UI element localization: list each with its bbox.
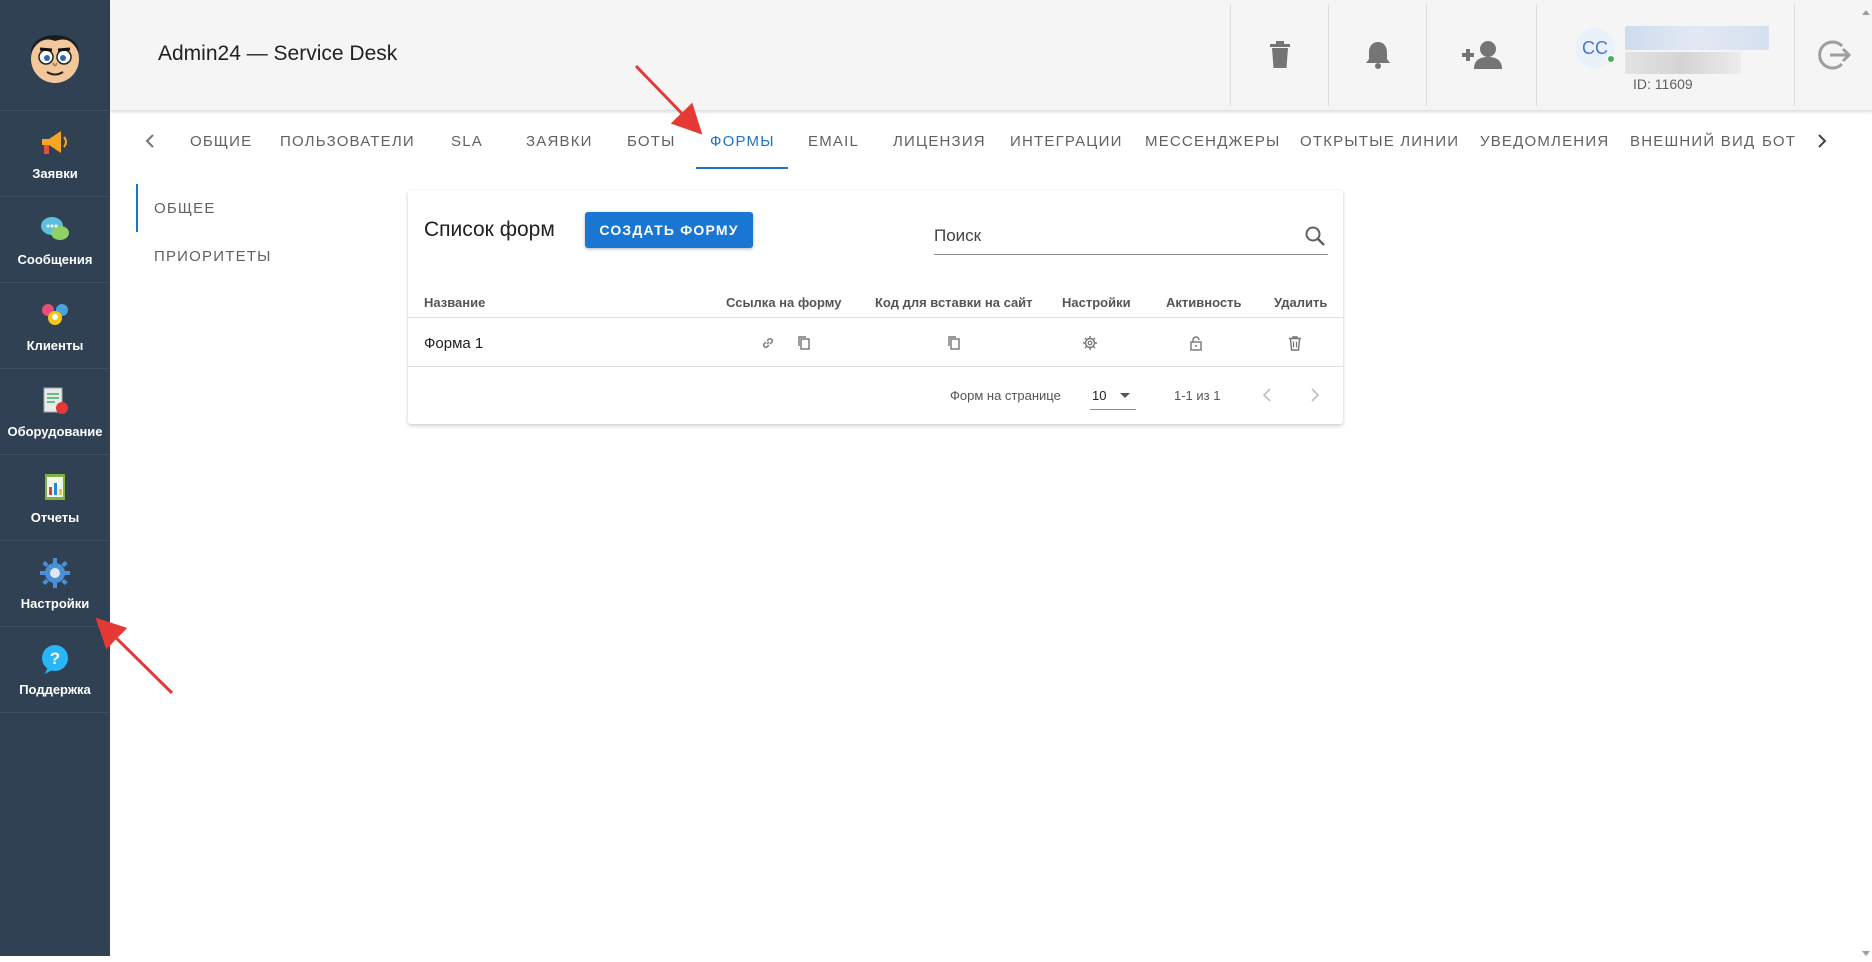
sidebar: Заявки Сообщения Клиенты Оборудование От… <box>0 0 110 956</box>
tab-integrations[interactable]: ИНТЕГРАЦИИ <box>1010 112 1123 170</box>
active-tab-indicator <box>696 167 788 169</box>
tab-general[interactable]: ОБЩИЕ <box>190 112 252 170</box>
pagination-range: 1-1 из 1 <box>1174 388 1220 403</box>
rows-per-page-label: Форм на странице <box>950 388 1061 403</box>
sidebar-item-label: Заявки <box>32 166 77 181</box>
chevron-right-icon <box>1310 388 1320 402</box>
trash-icon <box>1268 41 1292 69</box>
tab-users[interactable]: ПОЛЬЗОВАТЕЛИ <box>280 112 415 170</box>
link-icon[interactable] <box>758 333 778 353</box>
clients-icon <box>38 298 72 332</box>
sidebar-item-requests[interactable]: Заявки <box>0 111 110 197</box>
settings-gear-icon[interactable] <box>1080 333 1100 353</box>
equipment-icon <box>38 384 72 418</box>
user-name-redacted <box>1625 26 1769 50</box>
chevron-left-icon <box>1262 388 1272 402</box>
sidebar-item-label: Клиенты <box>27 338 84 353</box>
tab-messengers[interactable]: МЕССЕНДЖЕРЫ <box>1145 112 1281 170</box>
trash-button[interactable] <box>1230 4 1328 106</box>
sidebar-item-messages[interactable]: Сообщения <box>0 197 110 283</box>
tab-appearance[interactable]: ВНЕШНИЙ ВИД <box>1630 112 1755 170</box>
column-delete[interactable]: Удалить <box>1274 286 1327 318</box>
bell-icon <box>1364 40 1392 70</box>
tab-license[interactable]: ЛИЦЕНЗИЯ <box>893 112 986 170</box>
tab-bots-more[interactable]: БОТ <box>1762 112 1796 170</box>
sidebar-item-label: Отчеты <box>31 510 80 525</box>
table-header: Название Ссылка на форму Код для вставки… <box>408 286 1343 318</box>
tabs-scroll-right-button[interactable] <box>1810 129 1834 153</box>
rows-per-page-value: 10 <box>1092 388 1106 403</box>
arrow-to-settings <box>104 626 172 693</box>
chevron-right-icon <box>1816 134 1828 148</box>
rows-per-page-select[interactable]: 10 <box>1090 380 1136 410</box>
chat-bubbles-icon <box>38 212 72 246</box>
form-name-cell: Форма 1 <box>424 319 483 367</box>
create-form-button[interactable]: СОЗДАТЬ ФОРМУ <box>585 212 753 248</box>
tab-bots[interactable]: БОТЫ <box>627 112 676 170</box>
scroll-down-icon[interactable] <box>1862 944 1870 952</box>
tab-notifications[interactable]: УВЕДОМЛЕНИЯ <box>1480 112 1609 170</box>
sidebar-item-equipment[interactable]: Оборудование <box>0 369 110 455</box>
copy-link-icon[interactable] <box>794 333 814 353</box>
scroll-up-icon[interactable] <box>1862 2 1870 10</box>
copy-code-icon[interactable] <box>944 333 964 353</box>
lock-icon[interactable] <box>1186 333 1206 353</box>
top-header: Admin24 — Service Desk CC ID: 11609 <box>110 0 1872 111</box>
column-embed-code[interactable]: Код для вставки на сайт <box>875 286 1033 318</box>
sidebar-item-reports[interactable]: Отчеты <box>0 455 110 541</box>
subnav-item-general[interactable]: ОБЩЕЕ <box>136 184 296 232</box>
table-row[interactable]: Форма 1 <box>408 319 1343 367</box>
column-form-link[interactable]: Ссылка на форму <box>726 286 841 318</box>
logout-button[interactable] <box>1794 4 1872 106</box>
add-user-icon <box>1460 39 1504 71</box>
search-input[interactable] <box>934 220 1294 252</box>
search-icon[interactable] <box>1304 225 1326 252</box>
user-profile[interactable]: CC ID: 11609 <box>1536 4 1794 106</box>
sidebar-item-label: Оборудование <box>7 424 102 439</box>
next-page-button[interactable] <box>1304 384 1326 406</box>
previous-page-button[interactable] <box>1256 384 1278 406</box>
tab-sla[interactable]: SLA <box>451 112 483 170</box>
dropdown-arrow-icon <box>1120 393 1130 398</box>
page-title: Admin24 — Service Desk <box>158 42 397 66</box>
forms-card: Список форм СОЗДАТЬ ФОРМУ Название Ссылк… <box>408 190 1343 424</box>
search-field <box>934 220 1328 255</box>
sidebar-item-clients[interactable]: Клиенты <box>0 283 110 369</box>
tab-forms[interactable]: ФОРМЫ <box>710 112 775 170</box>
logo[interactable] <box>0 0 110 111</box>
add-user-button[interactable] <box>1426 4 1536 106</box>
tab-email[interactable]: EMAIL <box>808 112 859 170</box>
logo-face-icon <box>23 23 87 87</box>
column-name[interactable]: Название <box>424 286 485 318</box>
table-pagination: Форм на странице 10 1-1 из 1 <box>408 368 1343 424</box>
sidebar-item-label: Сообщения <box>18 252 93 267</box>
help-icon: ? <box>38 642 72 676</box>
tab-requests[interactable]: ЗАЯВКИ <box>526 112 593 170</box>
megaphone-icon <box>38 126 72 160</box>
forms-list-title: Список форм <box>424 218 555 242</box>
chevron-left-icon <box>144 134 156 148</box>
logout-icon <box>1816 37 1852 73</box>
user-id: ID: 11609 <box>1633 76 1693 92</box>
gear-icon <box>38 556 72 590</box>
subnav-item-priorities[interactable]: ПРИОРИТЕТЫ <box>136 232 296 280</box>
svg-text:?: ? <box>50 649 60 668</box>
report-icon <box>38 470 72 504</box>
sidebar-item-label: Поддержка <box>19 682 91 697</box>
tabs-scroll-left-button[interactable] <box>138 129 162 153</box>
notifications-button[interactable] <box>1328 4 1426 106</box>
sidebar-item-label: Настройки <box>21 596 90 611</box>
sidebar-item-support[interactable]: ? Поддержка <box>0 627 110 713</box>
tab-open-lines[interactable]: ОТКРЫТЫЕ ЛИНИИ <box>1300 112 1459 170</box>
online-status-dot <box>1607 55 1615 63</box>
column-activity[interactable]: Активность <box>1166 286 1241 318</box>
settings-subnav: ОБЩЕЕ ПРИОРИТЕТЫ <box>136 184 296 280</box>
user-email-redacted <box>1625 52 1741 74</box>
sidebar-item-settings[interactable]: Настройки <box>0 541 110 627</box>
settings-tabs: ОБЩИЕ ПОЛЬЗОВАТЕЛИ SLA ЗАЯВКИ БОТЫ ФОРМЫ… <box>110 112 1872 170</box>
delete-icon[interactable] <box>1285 333 1305 353</box>
column-settings[interactable]: Настройки <box>1062 286 1131 318</box>
